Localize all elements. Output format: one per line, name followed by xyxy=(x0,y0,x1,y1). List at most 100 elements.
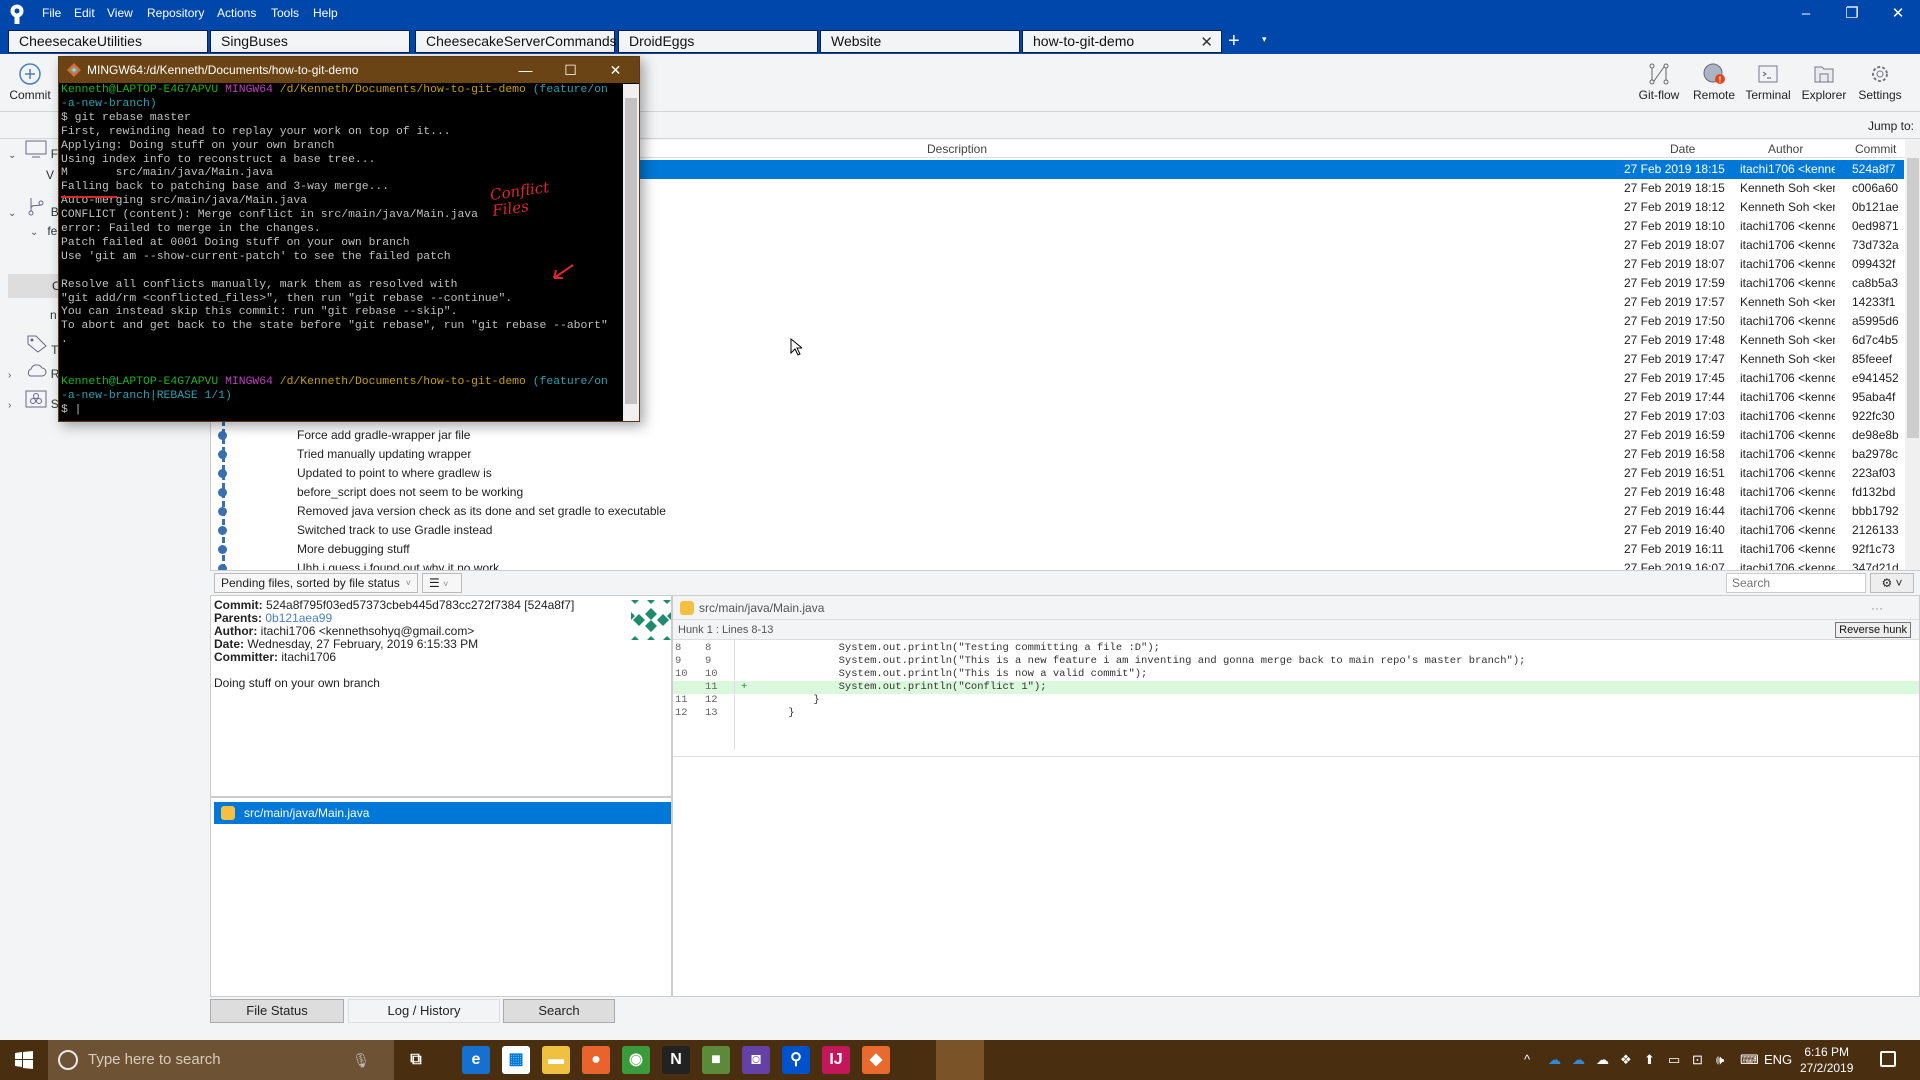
tab-website[interactable]: Website xyxy=(820,30,1020,53)
reverse-hunk-button[interactable]: Reverse hunk xyxy=(1835,622,1911,638)
parent-commit-link[interactable]: 0b121aea99 xyxy=(265,611,332,625)
terminal-minimize-button[interactable]: — xyxy=(503,57,548,83)
menu-help[interactable]: Help xyxy=(313,6,338,20)
tray-icon[interactable]: ▭ xyxy=(1668,1052,1680,1068)
commit-row[interactable]: Tried manually updating wrapper 27 Feb 20… xyxy=(211,445,1904,464)
diff-settings-dropdown[interactable]: ⚙ ˅ xyxy=(1870,573,1914,593)
diff-line-context[interactable]: 11 12 } xyxy=(673,694,1919,707)
terminal-maximize-button[interactable]: ☐ xyxy=(548,57,593,83)
intellij-taskbar-icon[interactable]: IJ xyxy=(822,1046,850,1074)
remote-button[interactable]: ! Remote xyxy=(1686,62,1742,102)
chrome-taskbar-icon[interactable]: ◉ xyxy=(622,1046,650,1074)
tray-icon[interactable]: ⊡ xyxy=(1692,1052,1703,1068)
twitch-taskbar-icon[interactable]: ◙ xyxy=(742,1046,770,1074)
git-bash-terminal-window[interactable]: MINGW64:/d/Kenneth/Documents/how-to-git-… xyxy=(58,56,640,422)
taskbar-clock[interactable]: 6:16 PM 27/2/2019 xyxy=(1800,1044,1853,1076)
start-button[interactable] xyxy=(0,1040,48,1080)
diff-line-context[interactable]: 12 13 } xyxy=(673,707,1919,720)
sidebar-workspace-file-status[interactable]: ⌄ F xyxy=(8,140,58,161)
terminal-close-button[interactable]: ✕ xyxy=(593,57,638,83)
tray-icon[interactable]: ❖ xyxy=(1620,1052,1632,1068)
sidebar-subitem[interactable]: V xyxy=(46,168,54,182)
tab-cheesecakeservercommands[interactable]: CheesecakeServerCommands xyxy=(415,30,617,53)
sidebar-remotes[interactable]: › R xyxy=(8,362,59,381)
git-flow-button[interactable]: Git-flow xyxy=(1631,62,1687,102)
tray-icon[interactable]: ☁ xyxy=(1596,1052,1609,1068)
commit-row[interactable]: Force add gradle-wrapper jar file 27 Feb … xyxy=(211,426,1904,445)
menu-file[interactable]: File xyxy=(42,6,61,20)
task-view-taskbar-icon[interactable]: ⧉ xyxy=(402,1046,430,1074)
input-language-indicator[interactable]: ENG xyxy=(1764,1052,1792,1067)
restore-button[interactable]: ❐ xyxy=(1830,2,1874,26)
diff-line-context[interactable]: 8 8 System.out.println("Testing committin… xyxy=(673,642,1919,655)
tray-icon[interactable]: ⬆ xyxy=(1644,1052,1655,1068)
tray-icon[interactable]: 🕪 xyxy=(1716,1052,1724,1068)
chevron-down-icon[interactable]: ⌄ xyxy=(8,208,22,219)
commit-row[interactable]: Removed java version check as its done a… xyxy=(211,502,1904,521)
menu-repository[interactable]: Repository xyxy=(147,6,204,20)
firefox-taskbar-icon[interactable]: ● xyxy=(582,1046,610,1074)
terminal-scrollbar-thumb[interactable] xyxy=(625,98,637,404)
terminal-input-line[interactable]: $ | xyxy=(61,404,623,418)
more-options-icon[interactable]: ··· xyxy=(1871,596,1883,620)
tray-icon[interactable]: ☁ xyxy=(1548,1052,1561,1068)
explorer-button[interactable]: Explorer xyxy=(1796,62,1852,102)
terminal-scrollbar[interactable] xyxy=(623,84,639,421)
menu-tools[interactable]: Tools xyxy=(271,6,299,20)
tab-droideggs[interactable]: DroidEggs xyxy=(618,30,818,53)
menu-actions[interactable]: Actions xyxy=(217,6,256,20)
tab-list-dropdown[interactable]: ▾ xyxy=(1262,34,1267,45)
column-header-date[interactable]: Date xyxy=(1670,142,1695,156)
view-mode-dropdown[interactable]: ☰ ˅ xyxy=(422,573,462,593)
jump-to-label[interactable]: Jump to: xyxy=(1868,119,1914,133)
settings-button[interactable]: Settings xyxy=(1852,62,1908,102)
microphone-icon[interactable]: 🎙 xyxy=(352,1040,370,1080)
chevron-right-icon[interactable]: › xyxy=(8,370,22,381)
tab-search[interactable]: Search xyxy=(503,999,615,1023)
file-explorer-taskbar-icon[interactable]: ▬ xyxy=(542,1046,570,1074)
edge-taskbar-icon[interactable]: e xyxy=(462,1046,490,1074)
sourcetree-taskbar-icon[interactable]: ⚲ xyxy=(782,1046,810,1074)
chevron-right-icon[interactable]: › xyxy=(8,400,22,411)
terminal-title-bar[interactable]: MINGW64:/d/Kenneth/Documents/how-to-git-… xyxy=(59,57,639,83)
sidebar-selected-branch[interactable]: C xyxy=(8,274,61,298)
tab-cheesecakeutilities[interactable]: CheesecakeUtilities xyxy=(8,30,208,53)
close-tab-icon[interactable]: ✕ xyxy=(1200,32,1213,53)
menu-view[interactable]: View xyxy=(107,6,133,20)
taskbar-search-box[interactable]: Type here to search 🎙 xyxy=(48,1040,394,1080)
tray-icon[interactable]: ^ xyxy=(1524,1052,1530,1067)
diff-line-added[interactable]: 11 + System.out.println("Conflict 1"); xyxy=(673,681,1919,694)
diff-line-context[interactable]: 10 10 System.out.println("This is now a v… xyxy=(673,668,1919,681)
tab-file-status[interactable]: File Status xyxy=(210,999,344,1023)
sidebar-branches[interactable]: ⌄ B xyxy=(8,196,59,219)
tray-icon[interactable]: ☁ xyxy=(1572,1052,1585,1068)
file-sort-dropdown[interactable]: Pending files, sorted by file status ˅ xyxy=(214,573,418,593)
column-header-description[interactable]: Description xyxy=(927,142,987,156)
tab-log-history[interactable]: Log / History xyxy=(348,999,500,1023)
commit-row[interactable]: Switched track to use Gradle instead 27 F… xyxy=(211,521,1904,540)
notion-app-taskbar-icon[interactable]: N xyxy=(662,1046,690,1074)
history-scrollbar-thumb[interactable] xyxy=(1907,158,1919,438)
diff-line-context[interactable]: 9 9 System.out.println("This is a new fea… xyxy=(673,655,1919,668)
close-window-button[interactable]: ✕ xyxy=(1876,2,1920,26)
chevron-down-icon[interactable]: ⌄ xyxy=(8,150,22,161)
terminal-output[interactable]: Kenneth@LAPTOP-E4G7APVU MINGW64 /d/Kenne… xyxy=(61,84,623,420)
git-bash-taskbar-icon[interactable]: ◆ xyxy=(862,1046,890,1074)
minimize-button[interactable]: – xyxy=(1784,2,1828,26)
tab-how-to-git-demo[interactable]: how-to-git-demo ✕ xyxy=(1022,30,1222,53)
menu-edit[interactable]: Edit xyxy=(74,6,95,20)
sidebar-submodules[interactable]: › S xyxy=(8,390,59,411)
commit-button[interactable]: Commit xyxy=(2,62,58,102)
file-list-item[interactable]: src/main/java/Main.java xyxy=(214,802,671,824)
action-center-icon[interactable] xyxy=(1880,1051,1896,1067)
commit-row[interactable]: More debugging stuff 27 Feb 2019 16:11 ita… xyxy=(211,540,1904,559)
column-header-commit[interactable]: Commit xyxy=(1855,142,1896,156)
tab-singbuses[interactable]: SingBuses xyxy=(210,30,410,53)
chevron-down-icon[interactable]: ⌄ xyxy=(30,227,44,238)
sidebar-branch-folder[interactable]: ⌄ fe xyxy=(30,224,57,238)
tray-icon[interactable]: ⌨ xyxy=(1740,1052,1759,1068)
commit-row[interactable]: Updated to point to where gradlew is 27 F… xyxy=(211,464,1904,483)
column-header-author[interactable]: Author xyxy=(1768,142,1803,156)
history-scrollbar[interactable] xyxy=(1905,140,1920,570)
sidebar-branch-item[interactable]: n xyxy=(50,308,57,322)
